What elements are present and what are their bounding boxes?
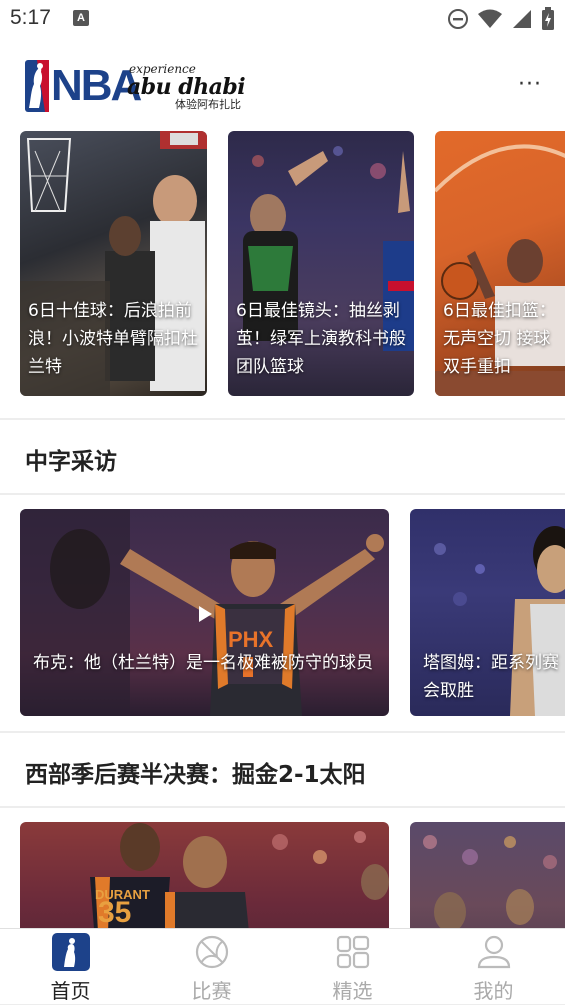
tab-profile[interactable]: 我的 (423, 929, 564, 1005)
series-title: 西部季后赛半决赛：掘金2-1太阳 (25, 762, 366, 788)
interview-caption-2: 塔图姆：距系列赛会取胜 (423, 653, 559, 701)
app-header: NBA experience abu dhabi 体验阿布扎比 ··· (0, 40, 565, 132)
highlight-card-2[interactable]: 6日最佳镜头：抽丝剥茧！绿军上演教科书般团队篮球 (228, 131, 414, 396)
jersey-number: 35 (98, 896, 131, 928)
tab-featured-label: 精选 (332, 979, 373, 1003)
interviews-title: 中字采访 (25, 449, 117, 475)
interview-caption-1: 布克：他（杜兰特）是一名极难被防守的球员 (33, 653, 373, 673)
content-feed[interactable]: 6日十佳球：后浪拍前浪！小波特单臂隔扣杜兰特 6日最佳镜头：抽丝剥茧！绿军上演教… (0, 131, 565, 928)
series-thumbnail-1: DURANT 35 (90, 823, 389, 928)
do-not-disturb-icon (448, 9, 468, 29)
status-icons (447, 7, 555, 31)
tab-home-label: 首页 (50, 979, 91, 1003)
highlight-card-1[interactable]: 6日十佳球：后浪拍前浪！小波特单臂隔扣杜兰特 (20, 131, 207, 396)
series-header: 西部季后赛半决赛：掘金2-1太阳 (0, 733, 565, 806)
highlight-caption-3: 6日最佳扣篮：无声空切 接球双手重扣 (443, 301, 556, 377)
basketball-icon (195, 935, 228, 969)
interviews-header: 中字采访 (0, 420, 565, 493)
highlight-caption-2: 6日最佳镜头：抽丝剥茧！绿军上演教科书般团队篮球 (236, 301, 406, 377)
bottom-tab-bar: 首页 比赛 精选 我的 (0, 928, 565, 1004)
tab-profile-label: 我的 (473, 979, 514, 1003)
sponsor-line-3: 体验阿布扎比 (175, 98, 241, 111)
series-card-2[interactable] (410, 822, 565, 928)
tab-games-label: 比赛 (191, 979, 232, 1003)
interview-card-2[interactable]: 塔图姆：距系列赛会取胜 (410, 509, 565, 716)
signal-icon (513, 10, 531, 28)
highlight-card-3[interactable]: 6日最佳扣篮：无声空切 接球双手重扣 (435, 131, 565, 396)
profile-icon (477, 935, 510, 969)
home-nba-icon (51, 933, 90, 971)
tab-home[interactable]: 首页 (0, 929, 141, 1005)
more-options-button[interactable]: ··· (515, 70, 545, 100)
status-time: 5:17 (10, 6, 51, 29)
play-icon (199, 606, 212, 622)
series-card-1[interactable]: DURANT 35 (20, 822, 389, 928)
battery-icon (542, 7, 554, 30)
tab-games[interactable]: 比赛 (141, 929, 282, 1005)
status-bar: 5:17 A (0, 0, 565, 40)
tab-featured[interactable]: 精选 (282, 929, 423, 1005)
notification-icon: A (73, 10, 89, 26)
highlight-caption-1: 6日十佳球：后浪拍前浪！小波特单臂隔扣杜兰特 (28, 301, 198, 377)
series-thumbnail-2 (423, 835, 557, 928)
wifi-icon (478, 9, 502, 28)
interview-card-1[interactable]: PHX 布克：他（杜兰特）是一名极难被防守的球员 (20, 509, 389, 716)
grid-icon (336, 935, 369, 969)
